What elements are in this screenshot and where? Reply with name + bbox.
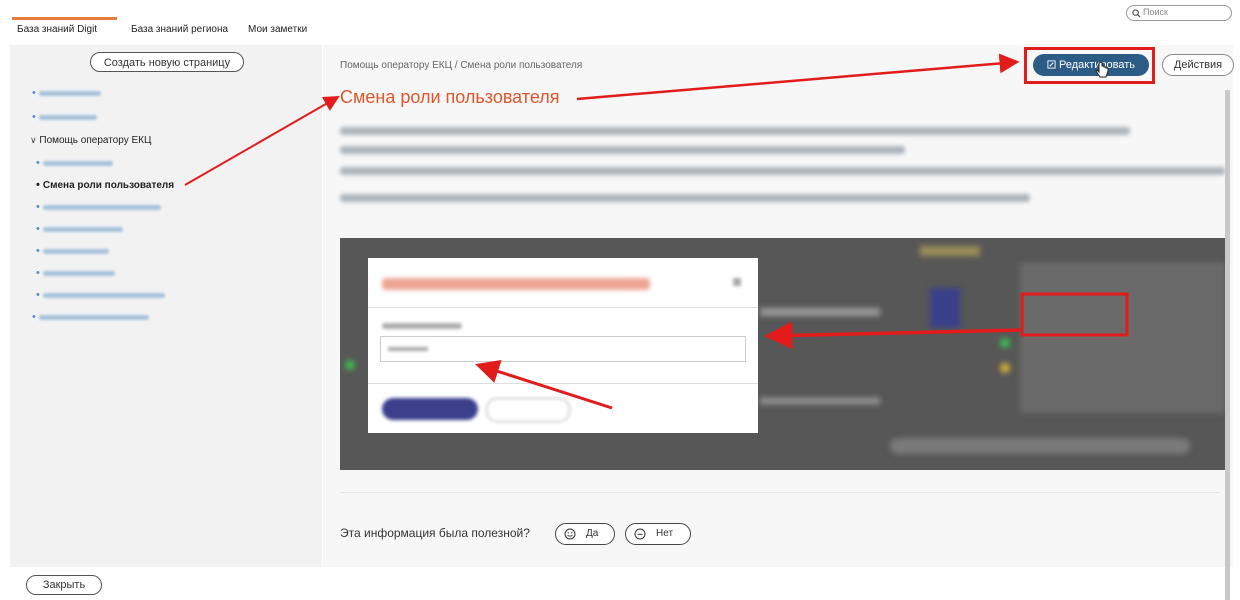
feedback-question: Эта информация была полезной? [340, 526, 530, 540]
feedback-yes-button[interactable]: Да [555, 523, 615, 545]
annotation-arrows [184, 53, 1129, 410]
close-button[interactable]: Закрыть [26, 575, 102, 595]
smile-icon [564, 528, 576, 540]
arrow-from-sidebar-item [184, 96, 340, 186]
arrow-to-modal [764, 321, 1021, 350]
annotation-box-role [1020, 292, 1129, 337]
no-label: Нет [656, 528, 674, 539]
arrow-to-edit-button [576, 53, 1020, 101]
yes-label: Да [586, 528, 599, 539]
feedback-no-button[interactable]: Нет [625, 523, 691, 545]
divider [340, 492, 1220, 493]
arrow-to-role-select [475, 359, 613, 410]
neutral-face-icon [634, 528, 646, 540]
